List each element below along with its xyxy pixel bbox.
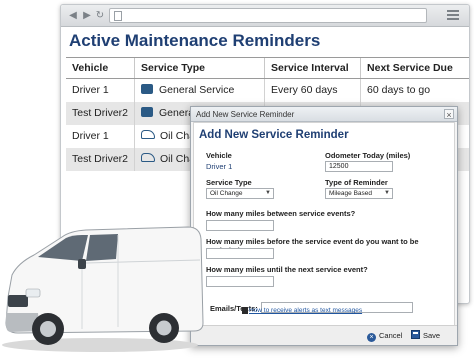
vehicle-cell: Test Driver2 [66, 101, 135, 125]
menu-icon[interactable] [447, 10, 459, 20]
vehicle-cell: Test Driver2 [66, 147, 135, 171]
chevron-down-icon: ▼ [384, 190, 390, 196]
van-illustration [2, 226, 204, 352]
miles-between-input[interactable] [206, 220, 274, 231]
text-alerts-help-link[interactable]: How to receive alerts as text messages [249, 307, 362, 314]
back-arrow-icon[interactable]: ◀ [67, 9, 79, 23]
dialog-footer: × Cancel Save [191, 325, 457, 345]
col-header-service-type[interactable]: Service Type [134, 57, 265, 79]
dialog-heading: Add New Service Reminder [199, 129, 349, 141]
save-label: Save [423, 331, 441, 340]
vehicle-cell: Driver 1 [72, 84, 109, 97]
reminder-type-select[interactable]: Mileage Based ▼ [325, 188, 393, 199]
col-header-next-service-due[interactable]: Next Service Due [360, 57, 469, 79]
cancel-icon: × [367, 333, 376, 342]
miles-until-input[interactable] [206, 276, 274, 287]
service-type-label: Service Type [206, 178, 252, 187]
page-title: Active Maintenance Reminders [69, 31, 321, 50]
reminder-type-selected: Mileage Based [329, 190, 372, 197]
service-type-selected: Oil Change [210, 190, 243, 197]
odometer-label: Odometer Today (miles) [325, 151, 411, 160]
service-type-cell: General Service [134, 78, 265, 102]
miles-before-input[interactable] [206, 248, 274, 259]
save-icon [411, 330, 420, 339]
refresh-icon[interactable]: ↻ [94, 9, 106, 23]
page-icon [114, 11, 122, 21]
info-icon [242, 307, 248, 314]
cancel-label: Cancel [379, 331, 403, 340]
odometer-input[interactable]: 12500 [325, 161, 393, 172]
add-reminder-dialog: Add New Service Reminder × Add New Servi… [190, 106, 458, 346]
reminder-type-label: Type of Reminder [325, 178, 388, 187]
miles-until-label: How many miles until the next service ev… [206, 265, 368, 274]
address-bar[interactable] [109, 8, 427, 23]
mechanic-icon [141, 107, 154, 117]
table-row[interactable]: Driver 1 General Service Every 60 days 6… [66, 78, 469, 102]
oil-can-icon [141, 153, 156, 162]
next-due-cell: 60 days to go [360, 78, 469, 102]
cancel-button[interactable]: × Cancel [367, 328, 402, 343]
col-header-vehicle[interactable]: Vehicle [66, 57, 135, 79]
vehicle-value: Driver 1 [206, 162, 233, 171]
forward-arrow-icon[interactable]: ▶ [81, 9, 93, 23]
interval-cell: Every 60 days [264, 78, 361, 102]
mechanic-icon [141, 84, 154, 95]
chevron-down-icon: ▼ [265, 190, 271, 196]
service-type-text: General Service [159, 84, 235, 97]
vehicle-label: Vehicle [206, 151, 232, 160]
col-header-service-interval[interactable]: Service Interval [264, 57, 361, 79]
miles-between-label: How many miles between service events? [206, 209, 356, 218]
browser-toolbar: ◀ ▶ ↻ [61, 5, 469, 27]
close-icon[interactable]: × [444, 109, 454, 120]
oil-can-icon [141, 130, 156, 139]
save-button[interactable]: Save [411, 328, 440, 343]
dialog-titlebar[interactable]: Add New Service Reminder [191, 107, 457, 122]
service-type-select[interactable]: Oil Change ▼ [206, 188, 274, 199]
vehicle-cell: Driver 1 [72, 130, 109, 142]
